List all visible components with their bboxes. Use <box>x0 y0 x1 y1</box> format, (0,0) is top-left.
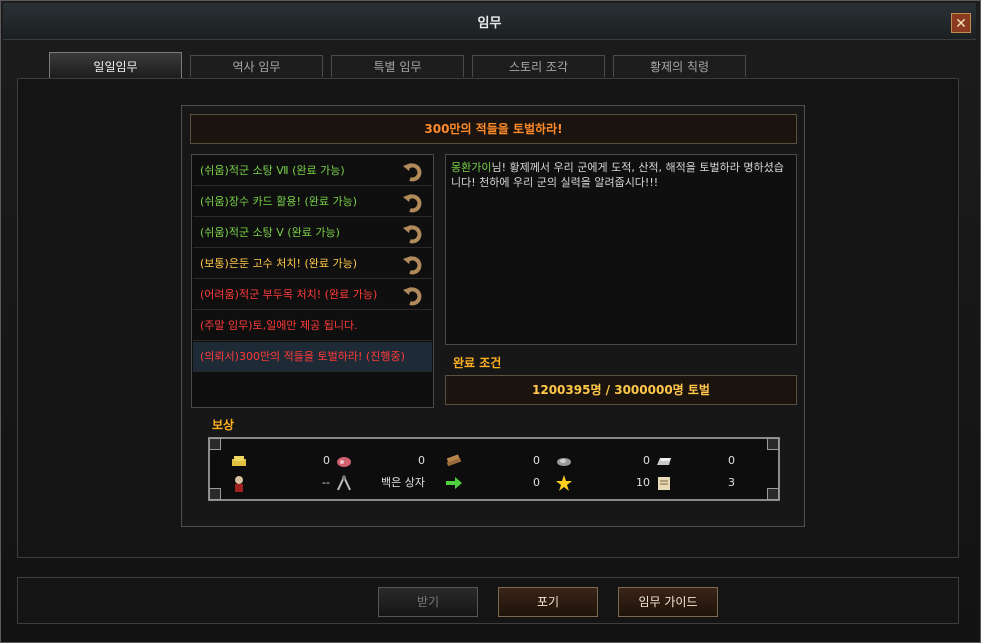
condition-label: 완료 조건 <box>453 356 502 370</box>
player-name: 몽환가이 <box>451 161 492 174</box>
scroll-icon <box>658 477 670 490</box>
reward-value: 0 <box>643 454 650 467</box>
general-icon <box>235 476 243 492</box>
tab-edict[interactable]: 황제의 칙령 <box>613 55 746 77</box>
reward-cell: 0 <box>655 451 735 471</box>
quest-item-label: (쉬움)적군 소탕 Ⅴ (완료 가능) <box>200 226 340 239</box>
stars-icon <box>556 475 572 491</box>
tab-story[interactable]: 스토리 조각 <box>472 55 605 77</box>
quest-guide-button[interactable]: 임무 가이드 <box>618 587 718 617</box>
condition-value: 1200395명 / 3000000명 토벌 <box>445 375 797 405</box>
ore-icon <box>557 458 571 466</box>
quest-item-label: (의뢰서)300만의 적들을 토벌하라! (진행중) <box>200 350 405 363</box>
quest-list-item[interactable]: (어려움)적군 부두목 처치! (완료 가능) <box>193 280 432 310</box>
quest-item-label: (주말 임무)토,일에만 제공 됩니다. <box>200 319 358 332</box>
reward-cell: 0 <box>335 451 425 471</box>
quest-item-label: (보통)은둔 고수 처치! (완료 가능) <box>200 257 358 270</box>
reward-value: 3 <box>728 476 735 489</box>
reward-cell: 3 <box>655 473 735 493</box>
undo-arrow-icon[interactable] <box>402 222 424 244</box>
tab-special[interactable]: 특별 임무 <box>331 55 464 77</box>
quest-list-item[interactable]: (쉬움)장수 카드 활용! (완료 가능) <box>193 187 432 217</box>
quest-list-item[interactable]: (보통)은둔 고수 처치! (완료 가능) <box>193 249 432 279</box>
tab-daily[interactable]: 일일임무 <box>49 52 182 79</box>
corner-ornament <box>209 438 221 450</box>
reward-value: 10 <box>636 476 650 489</box>
quest-title: 300만의 적들을 토벌하라! <box>190 114 797 144</box>
undo-arrow-icon[interactable] <box>402 191 424 213</box>
description-text: 님! 황제께서 우리 군에게 도적, 산적, 해적을 토벌하라 명하셨습니다! … <box>451 161 784 189</box>
corner-ornament <box>209 488 221 500</box>
reward-box: 0 0 0 0 0 -- 백은 상자 0 10 3 <box>208 437 780 501</box>
quest-list-item[interactable]: (의뢰서)300만의 적들을 토벌하라! (진행중) <box>193 342 432 372</box>
corner-ornament <box>767 438 779 450</box>
reward-cell: 0 <box>445 473 540 493</box>
title-bar: 임무 <box>3 3 976 40</box>
reward-value: 0 <box>418 454 425 467</box>
quest-item-label: (쉬움)장수 카드 활용! (완료 가능) <box>200 195 358 208</box>
reward-cell: 백은 상자 <box>335 473 425 493</box>
quest-description: 몽환가이님! 황제께서 우리 군에게 도적, 산적, 해적을 토벌하라 명하셨습… <box>445 154 797 345</box>
reward-value: 0 <box>533 454 540 467</box>
reward-value: -- <box>322 476 330 489</box>
reward-cell: 0 <box>555 451 650 471</box>
meat-icon <box>337 457 351 467</box>
quest-item-label: (쉬움)적군 소탕 Ⅶ (완료 가능) <box>200 164 345 177</box>
reward-value: 0 <box>728 454 735 467</box>
reward-value: 백은 상자 <box>381 476 425 489</box>
window-title: 임무 <box>477 16 502 31</box>
wood-icon <box>446 454 462 467</box>
undo-arrow-icon[interactable] <box>402 160 424 182</box>
corner-ornament <box>767 488 779 500</box>
reward-value: 0 <box>533 476 540 489</box>
reward-cell: 10 <box>555 473 650 493</box>
quest-list: (쉬움)적군 소탕 Ⅶ (완료 가능) (쉬움)장수 카드 활용! (완료 가능)… <box>191 154 434 408</box>
reward-value: 0 <box>323 454 330 467</box>
button-bar <box>17 577 959 624</box>
tab-history[interactable]: 역사 임무 <box>190 55 323 77</box>
reward-cell: 0 <box>445 451 540 471</box>
arrow-icon <box>446 477 462 489</box>
gold-icon <box>232 456 246 466</box>
give-up-button[interactable]: 포기 <box>498 587 598 617</box>
quest-item-label: (어려움)적군 부두목 처치! (완료 가능) <box>200 288 378 301</box>
quest-list-item[interactable]: (쉬움)적군 소탕 Ⅴ (완료 가능) <box>193 218 432 248</box>
quest-list-item[interactable]: (쉬움)적군 소탕 Ⅶ (완료 가능) <box>193 156 432 186</box>
silver-ingot-icon <box>657 458 671 465</box>
reward-cell: -- <box>230 473 330 493</box>
undo-arrow-icon[interactable] <box>402 253 424 275</box>
box-icon <box>337 474 351 491</box>
quest-list-item[interactable]: (주말 임무)토,일에만 제공 됩니다. <box>193 311 432 341</box>
close-button[interactable]: ✕ <box>951 13 971 33</box>
undo-arrow-icon[interactable] <box>402 284 424 306</box>
receive-button[interactable]: 받기 <box>378 587 478 617</box>
reward-cell: 0 <box>230 451 330 471</box>
reward-label: 보상 <box>212 418 235 432</box>
